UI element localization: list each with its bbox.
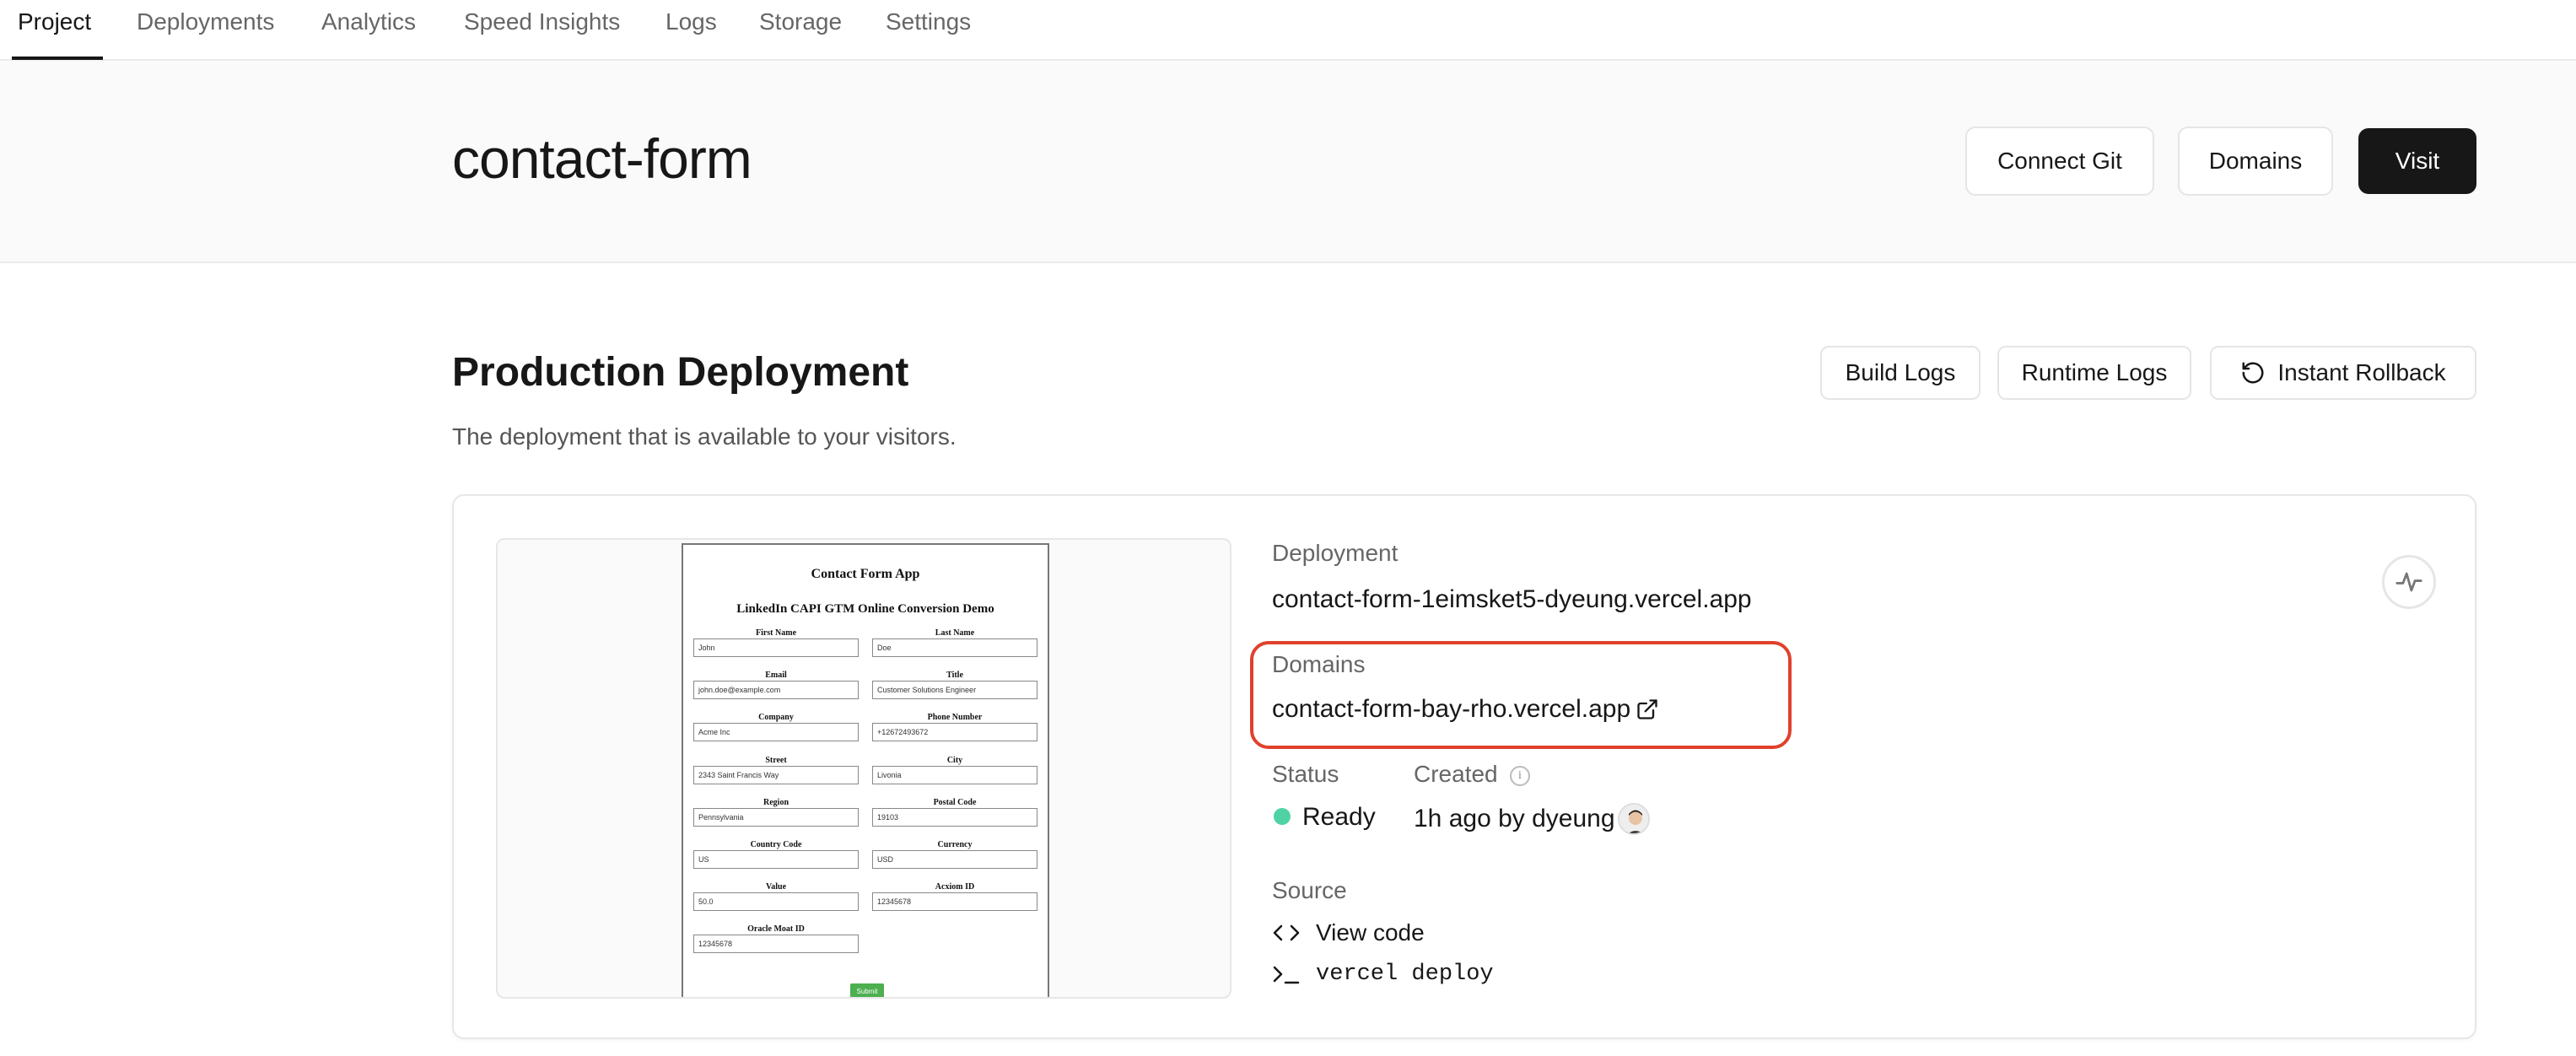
section-subtitle: The deployment that is available to your… [452,423,957,450]
created-label: Created [1414,761,1498,787]
preview-field-input: Acme Inc [693,723,859,741]
rotate-ccw-icon [2240,360,2266,385]
preview-app-subtitle: LinkedIn CAPI GTM Online Conversion Demo [736,602,994,616]
section-title: Production Deployment [452,350,909,395]
preview-field-input: Customer Solutions Engineer [872,681,1037,699]
preview-field-input: Doe [872,638,1037,657]
instant-rollback-label: Instant Rollback [2277,359,2446,385]
preview-field-input: USD [872,850,1037,869]
preview-submit-button: Submit [850,983,884,997]
preview-field-input: 50.0 [693,892,859,911]
page-title: contact-form [452,127,752,190]
status-ready-dot [1274,808,1291,825]
preview-field-input: 19103 [872,808,1037,827]
preview-field-input: 12345678 [872,892,1037,911]
preview-field-input: 12345678 [693,935,859,953]
external-link-icon [1636,698,1659,721]
view-code-link[interactable]: View code [1272,919,1425,946]
status-label: Status [1272,761,1339,787]
preview-field-input: US [693,850,859,869]
preview-field-label: City [946,756,963,765]
preview-field-input: John [693,638,859,657]
preview-field-label: Acxiom ID [935,882,975,892]
deployment-preview[interactable]: Contact Form App LinkedIn CAPI GTM Onlin… [496,538,1231,999]
info-icon[interactable]: i [1510,766,1530,786]
preview-field-label: Company [758,713,794,722]
cli-command-text: vercel deploy [1316,962,1494,987]
tab-logs[interactable]: Logs [666,8,717,35]
domain-url-text: contact-form-bay-rho.vercel.app [1272,695,1631,723]
preview-field-label: Phone Number [927,713,983,722]
preview-field-input: john.doe@example.com [693,681,859,699]
tab-storage[interactable]: Storage [759,8,842,35]
preview-field-label: Title [946,671,963,680]
preview-field-label: Oracle Moat ID [747,924,805,934]
tab-project[interactable]: Project [18,8,91,35]
deployment-url-link[interactable]: contact-form-1eimsket5-dyeung.vercel.app [1272,585,1752,614]
domains-button[interactable]: Domains [2178,127,2333,196]
active-tab-indicator [12,57,103,60]
instant-rollback-button[interactable]: Instant Rollback [2210,346,2476,400]
tab-deployments[interactable]: Deployments [137,8,274,35]
tab-settings[interactable]: Settings [886,8,971,35]
preview-field-label: Street [765,756,787,765]
deployment-card: Contact Form App LinkedIn CAPI GTM Onlin… [452,494,2476,1039]
preview-field-label: Country Code [750,840,802,849]
cli-command: vercel deploy [1272,962,1494,987]
build-logs-button[interactable]: Build Logs [1820,346,1981,400]
created-value: 1h ago by dyeung [1414,805,1615,832]
preview-field-input: Pennsylvania [693,808,859,827]
domains-label: Domains [1272,651,1366,677]
tab-analytics[interactable]: Analytics [321,8,416,35]
tab-speed-insights[interactable]: Speed Insights [464,8,620,35]
preview-field-label: Email [765,671,787,680]
visit-button[interactable]: Visit [2358,128,2476,194]
project-header: contact-form Connect Git Domains Visit [0,61,2576,263]
preview-field-label: Currency [937,840,973,849]
preview-field-label: Value [765,882,787,892]
preview-field-label: First Name [755,628,797,638]
connect-git-button[interactable]: Connect Git [1965,127,2154,196]
domain-url-link[interactable]: contact-form-bay-rho.vercel.app [1272,695,1659,724]
terminal-icon [1272,962,1301,986]
preview-field-input: 2343 Saint Francis Way [693,766,859,784]
preview-field-input: +12672493672 [872,723,1037,741]
preview-app-title: Contact Form App [811,567,920,581]
code-icon [1272,921,1301,945]
status-value: Ready [1302,803,1376,831]
activity-pulse-icon[interactable] [2382,555,2436,609]
runtime-logs-button[interactable]: Runtime Logs [1997,346,2191,400]
top-nav: Project Deployments Analytics Speed Insi… [0,0,2576,61]
deployment-label: Deployment [1272,540,1398,566]
preview-form-page: Contact Form App LinkedIn CAPI GTM Onlin… [682,543,1049,997]
preview-field-input: Livonia [872,766,1037,784]
avatar[interactable] [1618,803,1650,835]
preview-field-label: Last Name [935,628,975,638]
view-code-label: View code [1316,919,1425,946]
preview-field-label: Postal Code [933,798,977,807]
source-label: Source [1272,877,1347,903]
preview-field-label: Region [763,798,789,807]
